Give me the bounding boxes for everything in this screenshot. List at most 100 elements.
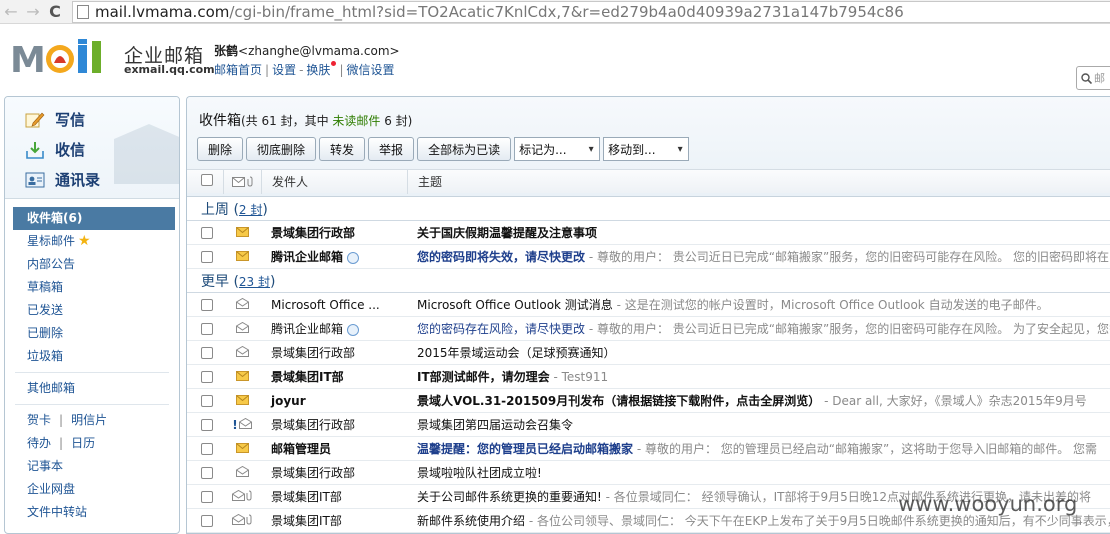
mail-sender[interactable]: 腾讯企业邮箱	[261, 320, 407, 337]
date-group-count-link[interactable]: 2 封	[239, 203, 262, 217]
mail-row-checkbox[interactable]	[201, 418, 213, 431]
mail-subject[interactable]: Microsoft Office Outlook 测试消息 - 这是在测试您的帐…	[407, 296, 1110, 313]
mail-subject[interactable]: 景域集团第四届运动会召集令	[407, 416, 1110, 433]
mail-row-checkbox[interactable]	[201, 370, 213, 383]
mail-subject[interactable]: 温馨提醒：您的管理员已经启动邮箱搬家 - 尊敬的用户： 您的管理员已经启动“邮箱…	[407, 440, 1110, 457]
mail-row[interactable]: 景域集团IT部 IT部测试邮件，请勿理会 - Test911	[187, 365, 1110, 389]
unread-link[interactable]: 未读邮件	[332, 114, 380, 128]
mail-sender-text: 邮箱管理员	[271, 442, 332, 456]
mail-row[interactable]: joyur 景域人VOL.31-201509月刊发布（请根据链接下载附件，点击全屏…	[187, 389, 1110, 413]
postcard-link[interactable]: 明信片	[71, 413, 107, 427]
mail-row-checkbox[interactable]	[201, 298, 213, 311]
mail-row[interactable]: 腾讯企业邮箱 您的密码存在风险，请尽快更改 - 尊敬的用户： 贵公司近日已完成“邮…	[187, 317, 1110, 341]
folder-announcements[interactable]: 内部公告	[5, 253, 179, 276]
mail-row[interactable]: 邮箱管理员 温馨提醒：您的管理员已经启动邮箱搬家 - 尊敬的用户： 您的管理员已经…	[187, 437, 1110, 461]
mail-search-input[interactable]: 邮	[1076, 66, 1110, 90]
address-bar[interactable]: mail.lvmama.com/cgi-bin/frame_html?sid=T…	[72, 0, 1110, 23]
mail-sender[interactable]: 景域集团行政部	[261, 416, 407, 433]
move-to-select[interactable]: 移动到... ▾	[603, 137, 690, 161]
subject-column-header[interactable]: 主题	[407, 169, 1110, 194]
mail-subject[interactable]: 关于国庆假期温馨提醒及注意事项	[407, 224, 1110, 241]
mail-subject-text: 您的密码存在风险，请尽快更改	[417, 322, 586, 336]
folder-other-mailboxes[interactable]: 其他邮箱	[5, 377, 179, 400]
mail-row-checkbox[interactable]	[201, 394, 213, 407]
reload-button[interactable]: C	[44, 1, 66, 23]
mail-row-checkbox[interactable]	[201, 514, 213, 527]
mail-sender[interactable]: 景域集团行政部	[261, 344, 407, 361]
mail-row-checkbox[interactable]	[201, 490, 213, 503]
folder-spam[interactable]: 垃圾箱	[5, 345, 179, 368]
mail-sender[interactable]: 景域集团IT部	[261, 488, 407, 505]
mail-row-checkbox[interactable]	[201, 442, 213, 455]
mail-sender[interactable]: 景域集团行政部	[261, 464, 407, 481]
mail-sender[interactable]: joyur	[261, 394, 407, 408]
receive-label: 收信	[55, 141, 86, 159]
settings-link[interactable]: 设置	[272, 63, 296, 77]
contacts-button[interactable]: 通讯录	[25, 169, 100, 190]
skin-link[interactable]: 换肤	[306, 63, 330, 77]
wechat-settings-link[interactable]: 微信设置	[346, 63, 394, 77]
mail-row[interactable]: 腾讯企业邮箱 您的密码即将失效，请尽快更改 - 尊敬的用户： 贵公司近日已完成“邮…	[187, 245, 1110, 269]
mail-row-checkbox[interactable]	[201, 322, 213, 335]
mail-subject[interactable]: 您的密码存在风险，请尽快更改 - 尊敬的用户： 贵公司近日已完成“邮箱搬家”服务…	[407, 320, 1110, 337]
mail-list-panel: 收件箱(共 61 封，其中 未读邮件 6 封) 删除 彻底删除 转发 举报 全部…	[186, 96, 1110, 534]
user-identity: 张鹤<zhanghe@lvmama.com>	[214, 42, 400, 59]
calendar-link[interactable]: 日历	[71, 436, 95, 450]
mail-subject[interactable]: 2015年景域运动会（足球预赛通知）	[407, 344, 1110, 361]
folder-inbox[interactable]: 收件箱(6)	[13, 207, 175, 230]
mail-sender[interactable]: 腾讯企业邮箱	[261, 248, 407, 265]
forward-button[interactable]: →	[22, 1, 44, 23]
greeting-card-link[interactable]: 贺卡	[27, 413, 51, 427]
todo-link[interactable]: 待办	[27, 436, 51, 450]
mail-row-checkbox[interactable]	[201, 226, 213, 239]
forward-mail-button[interactable]: 转发	[319, 137, 366, 161]
mail-row[interactable]: 景域集团行政部 景域啦啦队社团成立啦!	[187, 461, 1110, 485]
mail-header: M 企业邮箱 exmail.qq.com 张鹤<zhanghe@lvmama.c…	[0, 25, 1110, 93]
delete-forever-button[interactable]: 彻底删除	[246, 137, 317, 161]
folder-sent[interactable]: 已发送	[5, 299, 179, 322]
mail-row[interactable]: ! 景域集团行政部 景域集团第四届运动会召集令	[187, 413, 1110, 437]
mail-row[interactable]: 景域集团行政部 关于国庆假期温馨提醒及注意事项	[187, 221, 1110, 245]
sender-column-header[interactable]: 发件人	[261, 169, 407, 194]
delete-button[interactable]: 删除	[197, 137, 244, 161]
notepad-link[interactable]: 记事本	[5, 455, 179, 478]
mail-home-link[interactable]: 邮箱首页	[214, 63, 262, 77]
mail-sender[interactable]: 景域集团行政部	[261, 224, 407, 241]
mail-sender[interactable]: 景域集团IT部	[261, 512, 407, 529]
select-all-checkbox[interactable]	[201, 174, 213, 186]
date-group-count-link[interactable]: 23 封	[239, 275, 270, 289]
folder-deleted[interactable]: 已删除	[5, 322, 179, 345]
mail-status-icons	[223, 370, 261, 384]
folder-drafts[interactable]: 草稿箱	[5, 276, 179, 299]
contacts-label: 通讯录	[55, 171, 101, 189]
forward-arrow-icon: →	[26, 2, 40, 21]
mail-row[interactable]: Microsoft Office ... Microsoft Office Out…	[187, 293, 1110, 317]
mail-sender[interactable]: Microsoft Office ...	[261, 298, 407, 312]
mark-as-select[interactable]: 标记为... ▾	[514, 137, 601, 161]
netdisk-link[interactable]: 企业网盘	[5, 478, 179, 501]
report-button[interactable]: 举报	[368, 137, 415, 161]
folder-starred[interactable]: 星标邮件 ★	[5, 230, 179, 253]
mail-row-checkbox[interactable]	[201, 466, 213, 479]
mark-all-read-button[interactable]: 全部标为已读	[417, 137, 512, 161]
mail-subject[interactable]: 您的密码即将失效，请尽快更改 - 尊敬的用户： 贵公司近日已完成“邮箱搬家”服务…	[407, 248, 1110, 265]
mail-row[interactable]: 景域集团行政部 2015年景域运动会（足球预赛通知）	[187, 341, 1110, 365]
contacts-icon	[25, 172, 45, 187]
mail-sender[interactable]: 景域集团IT部	[261, 368, 407, 385]
compose-button[interactable]: 写信	[25, 109, 85, 130]
mail-subject[interactable]: IT部测试邮件，请勿理会 - Test911	[407, 368, 1110, 385]
mail-subject[interactable]: 景域人VOL.31-201509月刊发布（请根据链接下载附件，点击全屏浏览） -…	[407, 392, 1110, 409]
mail-sender-text: 景域集团行政部	[271, 466, 356, 480]
mail-sender[interactable]: 邮箱管理员	[261, 440, 407, 457]
attachment-icon	[247, 176, 253, 187]
mail-row-checkbox[interactable]	[201, 346, 213, 359]
compose-label: 写信	[55, 111, 86, 129]
back-button[interactable]: ←	[0, 1, 22, 23]
receive-button[interactable]: 收信	[25, 139, 85, 160]
mail-subject[interactable]: 景域啦啦队社团成立啦!	[407, 464, 1110, 481]
inbox-title: 收件箱(共 61 封，其中 未读邮件 6 封)	[199, 110, 412, 130]
file-transfer-link[interactable]: 文件中转站	[5, 501, 179, 524]
mail-row-checkbox[interactable]	[201, 250, 213, 263]
mail-subject-text: Microsoft Office Outlook 测试消息	[417, 298, 613, 312]
status-column-header[interactable]	[223, 169, 261, 194]
